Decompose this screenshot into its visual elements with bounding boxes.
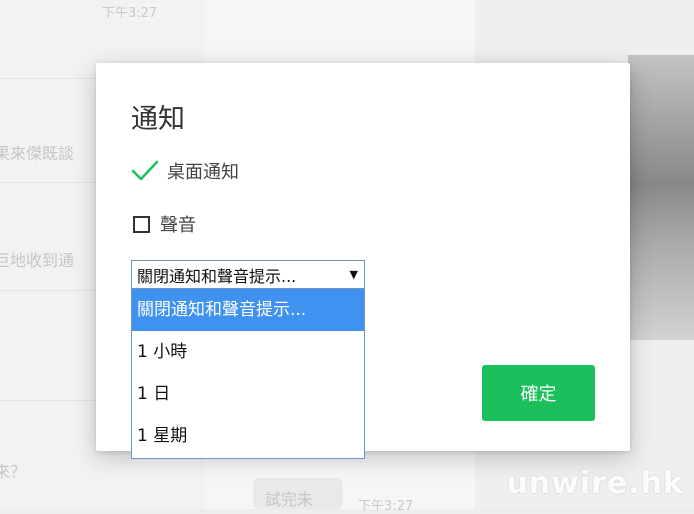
dropdown-option-mute[interactable]: 關閉通知和聲音提示... <box>132 289 364 331</box>
dropdown-option-1-hour[interactable]: 1 小時 <box>132 331 364 373</box>
sound-toggle[interactable]: 聲音 <box>131 211 196 237</box>
checkbox-unchecked-icon[interactable] <box>133 215 150 233</box>
background-message-fragment: 試完未 <box>265 490 314 509</box>
background-message-fragment: 果來傑既談 <box>0 144 75 163</box>
sound-label: 聲音 <box>160 215 196 236</box>
dropdown-option-1-day[interactable]: 1 日 <box>132 373 364 415</box>
checkmark-icon[interactable] <box>131 159 159 183</box>
desktop-notification-toggle[interactable]: 桌面通知 <box>131 158 239 184</box>
dropdown-option-1-week[interactable]: 1 星期 <box>132 415 364 457</box>
desktop-notification-label: 桌面通知 <box>167 162 239 183</box>
background-photo <box>628 55 694 340</box>
background-timestamp: 下午3:27 <box>102 6 158 21</box>
background-message-fragment: 巨地收到通 <box>0 251 75 270</box>
mute-duration-selected-value: 關閉通知和聲音提示... <box>137 266 297 286</box>
mute-duration-dropdown-list: 關閉通知和聲音提示... 1 小時 1 日 1 星期 <box>131 289 365 459</box>
background-timestamp: 下午3:27 <box>358 499 414 514</box>
confirm-button[interactable]: 確定 <box>482 365 595 421</box>
watermark: unwire.hk <box>506 466 684 501</box>
mute-duration-select[interactable]: 關閉通知和聲音提示... ▼ <box>131 260 365 289</box>
dialog-title: 通知 <box>131 104 185 135</box>
dropdown-arrow-icon[interactable]: ▼ <box>350 268 358 281</box>
background-message-fragment: 來？ <box>0 462 27 481</box>
notification-settings-dialog: 通知 桌面通知 聲音 關閉通知和聲音提示... ▼ 關閉通知和聲音提示... 1… <box>96 63 630 459</box>
